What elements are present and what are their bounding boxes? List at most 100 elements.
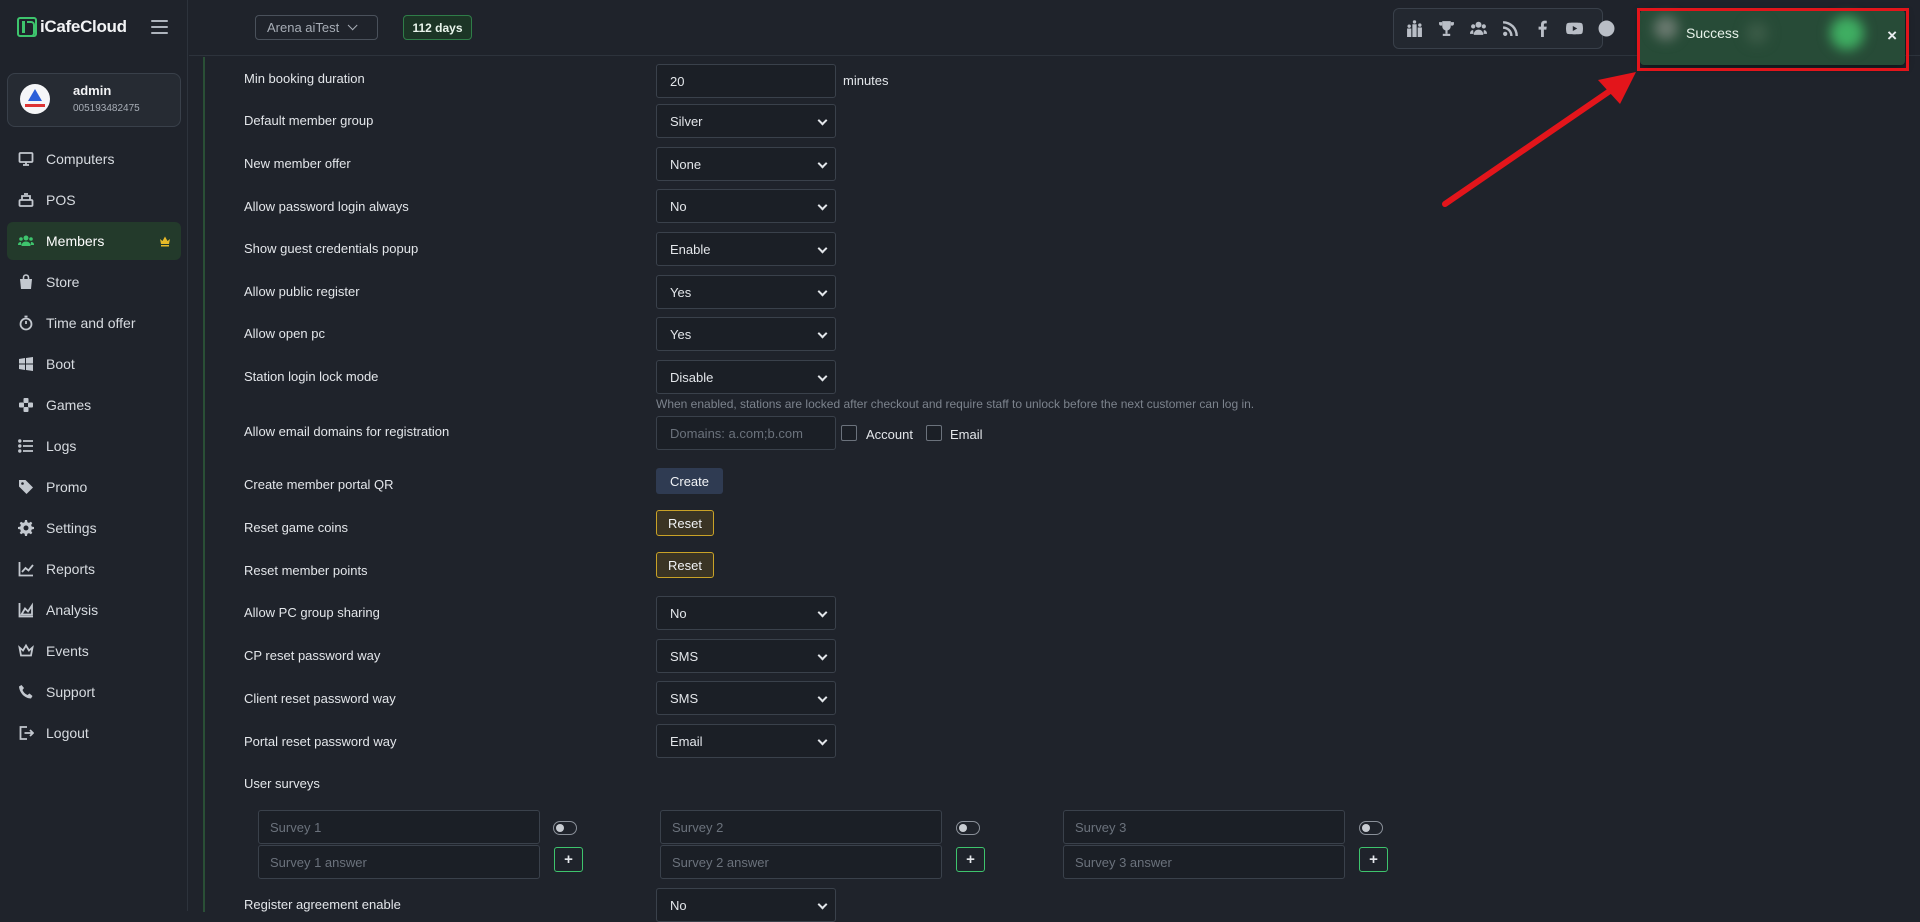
rss-icon[interactable] (1502, 18, 1519, 39)
survey-1-input[interactable]: Survey 1 (258, 810, 540, 844)
chevron-down-icon (818, 201, 828, 211)
avatar (20, 84, 50, 114)
sidebar-item-time-and-offer[interactable]: Time and offer (7, 304, 181, 342)
survey-2-toggle[interactable] (956, 821, 980, 835)
youtube-icon[interactable] (1566, 18, 1583, 39)
social-links-bar (1393, 8, 1603, 49)
sidebar-item-events[interactable]: Events (7, 632, 181, 670)
email-checkbox[interactable] (926, 425, 942, 441)
new-member-offer-select[interactable]: None (656, 147, 836, 181)
client-reset-password-label: Client reset password way (244, 691, 396, 706)
reset-member-points-button[interactable]: Reset (656, 552, 714, 578)
sidebar-item-analysis[interactable]: Analysis (7, 591, 181, 629)
select-value: Email (670, 734, 703, 749)
sidebar-item-label: Analysis (46, 602, 98, 618)
allow-password-login-select[interactable]: No (656, 189, 836, 223)
min-booking-label: Min booking duration (244, 71, 365, 86)
users-group-icon[interactable] (1470, 18, 1487, 39)
survey-3-toggle[interactable] (1359, 821, 1383, 835)
member-portal-qr-label: Create member portal QR (244, 477, 394, 492)
stopwatch-icon (18, 315, 34, 331)
survey-2-input[interactable]: Survey 2 (660, 810, 942, 844)
chevron-down-icon (818, 900, 828, 910)
station-login-lock-hint: When enabled, stations are locked after … (656, 397, 1254, 411)
shopping-bag-icon (18, 274, 34, 290)
chevron-down-icon (818, 159, 828, 169)
show-guest-credentials-select[interactable]: Enable (656, 232, 836, 266)
client-reset-password-select[interactable]: SMS (656, 681, 836, 715)
sidebar-item-computers[interactable]: Computers (7, 140, 181, 178)
ranking-icon[interactable] (1406, 18, 1423, 39)
allow-password-login-label: Allow password login always (244, 199, 409, 214)
tag-icon (18, 479, 34, 495)
user-id: 005193482475 (73, 103, 140, 114)
select-value: Silver (670, 114, 703, 129)
sidebar-item-label: Logs (46, 438, 76, 454)
menu-toggle-icon[interactable] (151, 20, 168, 34)
user-surveys-label: User surveys (244, 776, 320, 791)
survey-2-answer-input[interactable]: Survey 2 answer (660, 845, 942, 879)
user-name: admin (73, 83, 111, 98)
pc-group-sharing-select[interactable]: No (656, 596, 836, 630)
allow-public-register-select[interactable]: Yes (656, 275, 836, 309)
survey-3-answer-input[interactable]: Survey 3 answer (1063, 845, 1345, 879)
select-value: None (670, 157, 701, 172)
sidebar-item-support[interactable]: Support (7, 673, 181, 711)
survey-3-input[interactable]: Survey 3 (1063, 810, 1345, 844)
sidebar-item-label: Boot (46, 356, 75, 372)
sidebar-item-label: POS (46, 192, 76, 208)
sidebar-item-promo[interactable]: Promo (7, 468, 181, 506)
min-booking-input[interactable]: 20 (656, 64, 836, 98)
sidebar-item-pos[interactable]: POS (7, 181, 181, 219)
station-login-lock-select[interactable]: Disable (656, 360, 836, 394)
chevron-down-icon (818, 608, 828, 618)
reset-game-coins-button[interactable]: Reset (656, 510, 714, 536)
default-member-group-select[interactable]: Silver (656, 104, 836, 138)
new-member-offer-label: New member offer (244, 156, 351, 171)
sidebar-item-store[interactable]: Store (7, 263, 181, 301)
sidebar-item-settings[interactable]: Settings (7, 509, 181, 547)
reset-member-points-label: Reset member points (244, 563, 368, 578)
allow-open-pc-select[interactable]: Yes (656, 317, 836, 351)
site-selector[interactable]: Arena aiTest (255, 15, 378, 40)
chevron-down-icon (818, 116, 828, 126)
sidebar-item-boot[interactable]: Boot (7, 345, 181, 383)
chevron-down-icon (348, 20, 358, 30)
sidebar-item-logout[interactable]: Logout (7, 714, 181, 752)
cp-reset-password-select[interactable]: SMS (656, 639, 836, 673)
gear-icon (18, 520, 34, 536)
sidebar-item-logs[interactable]: Logs (7, 427, 181, 465)
sidebar-item-label: Time and offer (46, 315, 136, 331)
sidebar-item-label: Settings (46, 520, 97, 536)
survey-1-answer-input[interactable]: Survey 1 answer (258, 845, 540, 879)
survey-1-add-button[interactable]: + (554, 847, 583, 872)
logout-icon (18, 725, 34, 741)
sidebar-item-members[interactable]: Members (7, 222, 181, 260)
select-value: Yes (670, 327, 691, 342)
user-card[interactable]: admin 005193482475 (7, 73, 181, 127)
facebook-icon[interactable] (1534, 18, 1551, 39)
sidebar-item-reports[interactable]: Reports (7, 550, 181, 588)
create-qr-button[interactable]: Create (656, 468, 723, 494)
settings-content: Min booking duration 20 minutes Default … (189, 57, 1920, 911)
chevron-down-icon (818, 244, 828, 254)
cash-register-icon (18, 192, 34, 208)
register-agreement-select[interactable]: No (656, 888, 836, 922)
survey-2-add-button[interactable]: + (956, 847, 985, 872)
sidebar-item-label: Logout (46, 725, 89, 741)
globe-icon[interactable] (1598, 18, 1615, 39)
chevron-down-icon (818, 736, 828, 746)
email-domains-input[interactable]: Domains: a.com;b.com (656, 416, 836, 450)
portal-reset-password-select[interactable]: Email (656, 724, 836, 758)
survey-3-add-button[interactable]: + (1359, 847, 1388, 872)
crown-icon (159, 234, 171, 246)
sidebar: iCafeCloud admin 005193482475 Computers … (0, 0, 188, 911)
content-edge-line (203, 57, 205, 912)
chevron-down-icon (818, 372, 828, 382)
survey-1-toggle[interactable] (553, 821, 577, 835)
brand-logo[interactable]: iCafeCloud (17, 17, 127, 37)
account-checkbox[interactable] (841, 425, 857, 441)
trophy-icon[interactable] (1438, 18, 1455, 39)
sidebar-item-label: Games (46, 397, 91, 413)
sidebar-item-games[interactable]: Games (7, 386, 181, 424)
